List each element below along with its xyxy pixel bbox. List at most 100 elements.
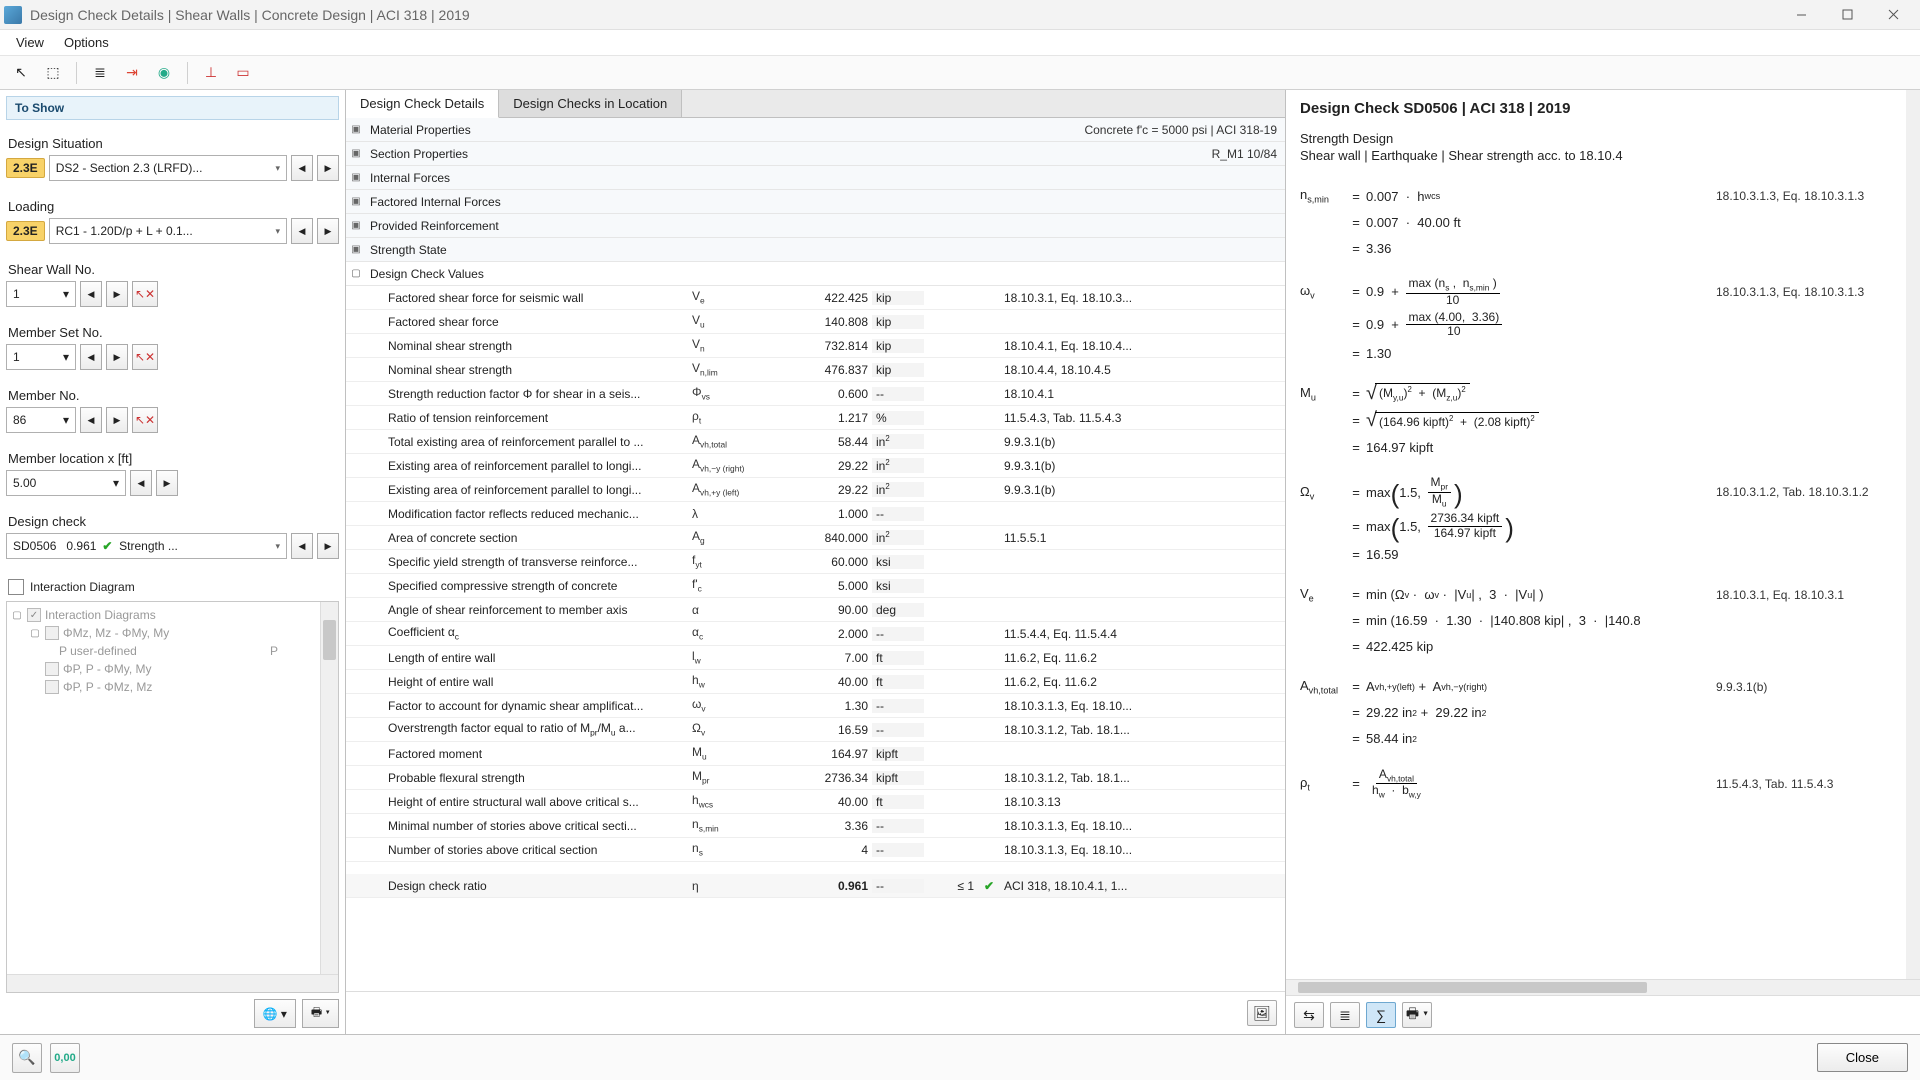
data-row: Length of entire walllw7.00ft11.6.2, Eq.… [346,646,1285,670]
section-design-check-values[interactable]: ▢Design Check Values [346,262,1285,286]
interaction-tree: ▢✓Interaction Diagrams ▢ΦMz, Mz - ΦMy, M… [6,601,339,993]
btn-print[interactable]: 🖶 ▾ [302,999,339,1028]
data-row: Factored shear forceVu140.808kip [346,310,1285,334]
combo-design-situation[interactable]: DS2 - Section 2.3 (LRFD)...▾ [49,155,287,181]
btn-help-icon[interactable]: 🔍 [12,1043,42,1073]
data-row: Angle of shear reinforcement to member a… [346,598,1285,622]
data-row: Existing area of reinforcement parallel … [346,478,1285,502]
mn-pick[interactable]: ↖✕ [132,407,158,433]
sidebar: To Show Design Situation 2.3E DS2 - Sect… [0,90,346,1034]
section-row[interactable]: ▣Internal Forces [346,166,1285,190]
data-row: Factor to account for dynamic shear ampl… [346,694,1285,718]
list-icon[interactable]: ≣ [87,60,113,86]
spin-member-loc[interactable]: 5.00▾ [6,470,126,496]
section-row[interactable]: ▣Factored Internal Forces [346,190,1285,214]
ms-pick[interactable]: ↖✕ [132,344,158,370]
tree-scroll-h[interactable] [7,974,338,992]
data-row: Height of entire structural wall above c… [346,790,1285,814]
rp-btn-1-icon[interactable]: ⇆ [1294,1002,1324,1028]
section-row[interactable]: ▣Section PropertiesR_M1 10/84 [346,142,1285,166]
data-row: Minimal number of stories above critical… [346,814,1285,838]
dc-prev[interactable]: ◀ [291,533,313,559]
menu-options[interactable]: Options [54,31,119,54]
tree-scroll-v[interactable] [320,602,338,974]
bottom-bar: 🔍 0,00 Close [0,1034,1920,1080]
spin-member-no[interactable]: 86▾ [6,407,76,433]
data-row: Nominal shear strengthVn732.814kip18.10.… [346,334,1285,358]
ml-prev[interactable]: ◀ [130,470,152,496]
ds-next[interactable]: ▶ [317,155,339,181]
close-button[interactable]: Close [1817,1043,1908,1072]
label-member-no: Member No. [8,388,337,403]
ms-next[interactable]: ▶ [106,344,128,370]
label-interaction: Interaction Diagram [30,580,135,594]
menu-view[interactable]: View [6,31,54,54]
label-member-loc: Member location x [ft] [8,451,337,466]
section-row[interactable]: ▣Provided Reinforcement [346,214,1285,238]
chk-interaction[interactable] [8,579,24,595]
right-panel: Design Check SD0506 | ACI 318 | 2019 Str… [1286,90,1920,1034]
row-design-check-ratio: Design check ratio η 0.961 -- ≤ 1 ✔ ACI … [346,874,1285,898]
combo-loading[interactable]: RC1 - 1.20D/p + L + 0.1...▾ [49,218,287,244]
sw-next[interactable]: ▶ [106,281,128,307]
btn-settings[interactable]: 🌐 ▾ [254,999,296,1028]
data-row: Total existing area of reinforcement par… [346,430,1285,454]
data-row: Overstrength factor equal to ratio of Mp… [346,718,1285,742]
maximize-button[interactable] [1824,0,1870,30]
label-loading: Loading [8,199,337,214]
rp-scroll-v[interactable] [1906,90,1920,979]
rp-btn-print-icon[interactable]: 🖶 ▾ [1402,1002,1432,1028]
colors-icon[interactable]: ◉ [151,60,177,86]
data-row: Specific yield strength of transverse re… [346,550,1285,574]
loading-prev[interactable]: ◀ [291,218,313,244]
data-row: Existing area of reinforcement parallel … [346,454,1285,478]
section-icon[interactable]: ▭ [230,60,256,86]
app-icon [4,6,22,24]
data-row: Factored momentMu164.97kipft [346,742,1285,766]
rp-sub1: Strength Design [1300,131,1906,146]
window-title: Design Check Details | Shear Walls | Con… [30,7,470,23]
zoom-icon[interactable]: ⬚ [40,60,66,86]
toolbar: ↖ ⬚ ≣ ⇥ ◉ ⊥ ▭ [0,56,1920,90]
spin-member-set[interactable]: 1▾ [6,344,76,370]
label-design-check: Design check [8,514,337,529]
minimize-button[interactable] [1778,0,1824,30]
profile-icon[interactable]: ⊥ [198,60,224,86]
rp-title: Design Check SD0506 | ACI 318 | 2019 [1300,100,1906,117]
rp-btn-2-icon[interactable]: ≣ [1330,1002,1360,1028]
data-row: Nominal shear strengthVn,lim476.837kip18… [346,358,1285,382]
section-row[interactable]: ▣Material PropertiesConcrete f'c = 5000 … [346,118,1285,142]
data-row: Ratio of tension reinforcementρt1.217%11… [346,406,1285,430]
ml-next[interactable]: ▶ [156,470,178,496]
rp-scroll-h[interactable] [1286,979,1920,995]
sw-pick[interactable]: ↖✕ [132,281,158,307]
rp-sub2: Shear wall | Earthquake | Shear strength… [1300,148,1906,163]
tab-design-check-details[interactable]: Design Check Details [346,90,499,118]
rp-btn-3-icon[interactable]: ∑ [1366,1002,1396,1028]
mn-next[interactable]: ▶ [106,407,128,433]
btn-units-icon[interactable]: 0,00 [50,1043,80,1073]
label-design-situation: Design Situation [8,136,337,151]
select-icon[interactable]: ↖ [8,60,34,86]
loading-next[interactable]: ▶ [317,218,339,244]
mid-panel: Design Check Details Design Checks in Lo… [346,90,1286,1034]
dc-next[interactable]: ▶ [317,533,339,559]
tab-design-checks-location[interactable]: Design Checks in Location [499,90,682,117]
section-row[interactable]: ▣Strength State [346,238,1285,262]
combo-design-check[interactable]: SD0506 0.961✔ Strength ... ▾ [6,533,287,559]
label-shear-wall-no: Shear Wall No. [8,262,337,277]
menu-bar: View Options [0,30,1920,56]
data-row: Factored shear force for seismic wallVe4… [346,286,1285,310]
sw-prev[interactable]: ◀ [80,281,102,307]
ms-prev[interactable]: ◀ [80,344,102,370]
spin-shear-wall[interactable]: 1▾ [6,281,76,307]
ds-prev[interactable]: ◀ [291,155,313,181]
label-member-set-no: Member Set No. [8,325,337,340]
close-window-button[interactable] [1870,0,1916,30]
export-icon[interactable]: ⇥ [119,60,145,86]
data-row: Specified compressive strength of concre… [346,574,1285,598]
btn-mid-export-icon[interactable]: 🖼 [1247,1000,1277,1026]
sidebar-title: To Show [6,96,339,120]
data-row: Height of entire wallhw40.00ft11.6.2, Eq… [346,670,1285,694]
mn-prev[interactable]: ◀ [80,407,102,433]
